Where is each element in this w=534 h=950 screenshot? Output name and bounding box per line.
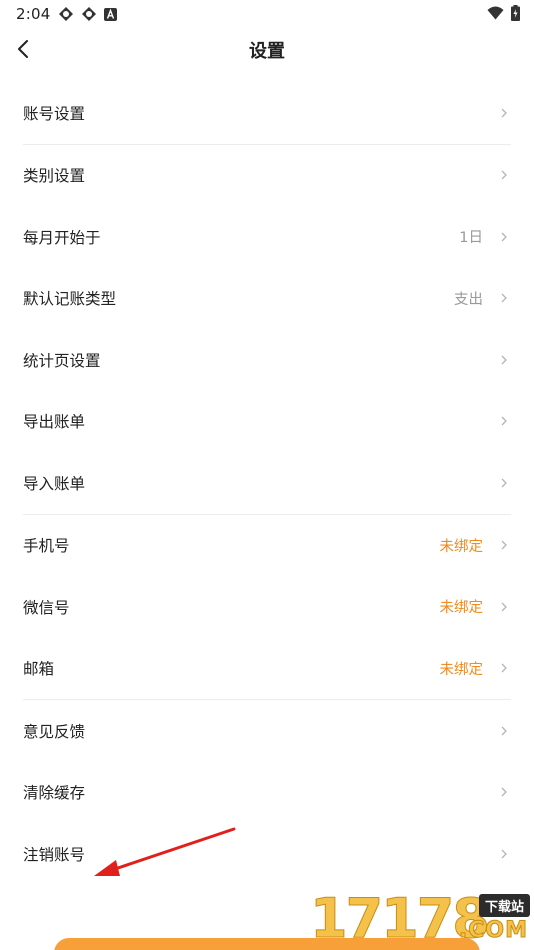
row-label: 默认记账类型 (23, 290, 117, 309)
chevron-right-icon (501, 108, 507, 118)
chevron-right-icon (501, 170, 507, 180)
row-label: 类别设置 (23, 167, 86, 186)
row-label: 意见反馈 (23, 722, 86, 741)
settings-list: 账号设置 类别设置 每月开始于 1日 默认记账类型 支出 统计页设置 导出账单 … (23, 82, 511, 885)
status-notification-icons (58, 6, 117, 22)
row-label: 导出账单 (23, 413, 86, 432)
row-label: 清除缓存 (23, 784, 86, 803)
row-value: 未绑定 (439, 600, 484, 617)
chevron-right-icon (501, 726, 507, 736)
row-label: 手机号 (23, 537, 70, 556)
row-label: 账号设置 (23, 104, 86, 123)
settings-row-import[interactable]: 导入账单 (23, 452, 511, 514)
settings-row-default-type[interactable]: 默认记账类型 支出 (23, 268, 511, 330)
row-value: 未绑定 (439, 661, 484, 678)
chevron-right-icon (501, 478, 507, 488)
font-notification-icon (104, 7, 117, 21)
status-time: 2:04 (16, 5, 51, 23)
settings-row-email[interactable]: 邮箱 未绑定 (23, 638, 511, 700)
settings-row-export[interactable]: 导出账单 (23, 391, 511, 453)
settings-row-feedback[interactable]: 意见反馈 (23, 700, 511, 762)
settings-row-wechat[interactable]: 微信号 未绑定 (23, 576, 511, 638)
row-value: 支出 (454, 291, 483, 308)
settings-row-category[interactable]: 类别设置 (23, 145, 511, 207)
row-label: 微信号 (23, 598, 70, 617)
row-label: 统计页设置 (23, 351, 101, 370)
chevron-right-icon (501, 232, 507, 242)
settings-row-account[interactable]: 账号设置 (23, 82, 511, 144)
nav-bar: 设置 (0, 28, 534, 70)
chevron-right-icon (501, 787, 507, 797)
chevron-right-icon (501, 849, 507, 859)
row-value: 未绑定 (439, 538, 484, 555)
row-value: 1日 (459, 230, 483, 247)
status-system-icons (487, 5, 520, 21)
bottom-action-button[interactable] (54, 938, 480, 950)
app-notification-icon (59, 7, 73, 21)
chevron-right-icon (501, 663, 507, 673)
page-title: 设置 (249, 41, 285, 62)
wifi-icon (487, 6, 504, 20)
app-notification-icon (82, 7, 96, 21)
settings-row-phone[interactable]: 手机号 未绑定 (23, 515, 511, 577)
watermark-badge: 下载站 (478, 894, 530, 917)
chevron-right-icon (501, 293, 507, 303)
row-label: 邮箱 (23, 660, 55, 679)
settings-row-delete-account[interactable]: 注销账号 (23, 823, 511, 885)
chevron-right-icon (501, 416, 507, 426)
settings-row-month-start[interactable]: 每月开始于 1日 (23, 206, 511, 268)
row-label: 注销账号 (23, 845, 86, 864)
settings-row-clear-cache[interactable]: 清除缓存 (23, 762, 511, 824)
chevron-right-icon (501, 602, 507, 612)
battery-charging-icon (511, 5, 520, 21)
chevron-right-icon (501, 355, 507, 365)
chevron-right-icon (501, 540, 507, 550)
status-bar: 2:04 (0, 0, 534, 28)
settings-row-stats-page[interactable]: 统计页设置 (23, 329, 511, 391)
row-label: 每月开始于 (23, 228, 101, 247)
row-label: 导入账单 (23, 474, 86, 493)
